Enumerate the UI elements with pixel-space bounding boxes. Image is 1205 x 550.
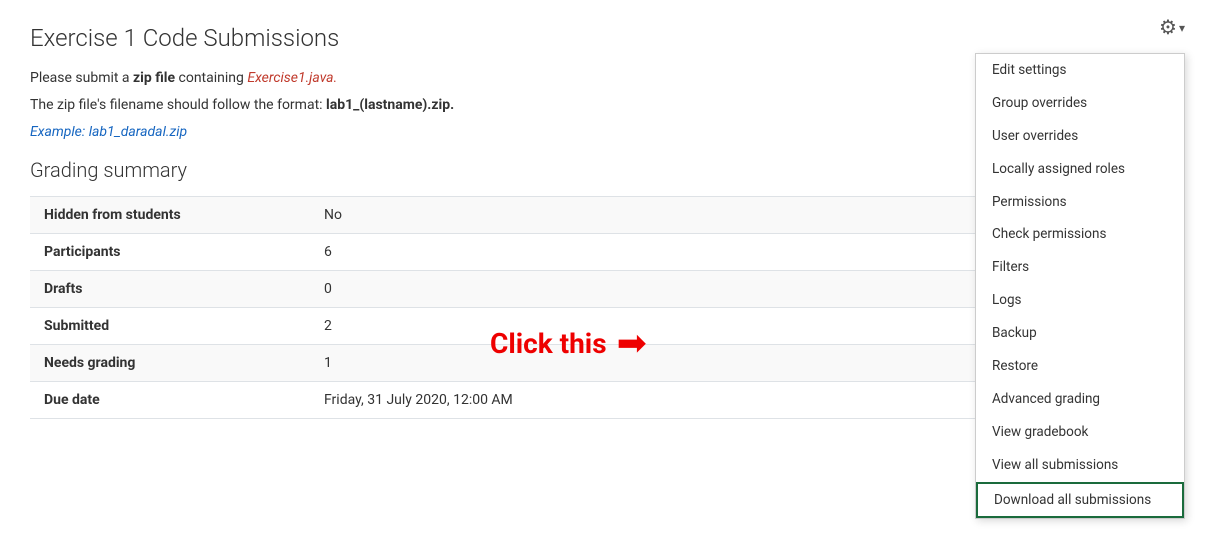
bold-format: lab1_(lastname).zip. bbox=[326, 97, 454, 113]
menu-item-view-gradebook[interactable]: View gradebook bbox=[976, 416, 1184, 449]
menu-item-restore[interactable]: Restore bbox=[976, 350, 1184, 383]
example-link[interactable]: lab1_daradal.zip bbox=[89, 124, 187, 140]
table-cell-label: Participants bbox=[30, 234, 310, 271]
menu-item-advanced-grading[interactable]: Advanced grading bbox=[976, 383, 1184, 416]
gear-button[interactable]: ⚙ bbox=[1159, 15, 1177, 40]
page-title: Exercise 1 Code Submissions bbox=[30, 24, 1175, 52]
table-cell-label: Drafts bbox=[30, 271, 310, 308]
bold-zip-file: zip file bbox=[133, 70, 175, 86]
menu-item-backup[interactable]: Backup bbox=[976, 317, 1184, 350]
gear-dropdown-menu: Edit settings Group overrides User overr… bbox=[975, 53, 1185, 519]
menu-item-edit-settings[interactable]: Edit settings bbox=[976, 54, 1184, 87]
menu-item-locally-assigned-roles[interactable]: Locally assigned roles bbox=[976, 153, 1184, 186]
gear-area[interactable]: ⚙ ▾ Edit settings Group overrides User o… bbox=[1159, 15, 1185, 40]
menu-item-view-all-submissions[interactable]: View all submissions bbox=[976, 449, 1184, 482]
table-cell-label: Due date bbox=[30, 382, 310, 419]
menu-item-group-overrides[interactable]: Group overrides bbox=[976, 87, 1184, 120]
table-cell-label: Needs grading bbox=[30, 345, 310, 382]
table-cell-label: Submitted bbox=[30, 308, 310, 345]
menu-item-permissions[interactable]: Permissions bbox=[976, 186, 1184, 219]
click-annotation: Click this ➡ bbox=[490, 325, 647, 361]
menu-item-logs[interactable]: Logs bbox=[976, 284, 1184, 317]
menu-item-download-all-submissions[interactable]: Download all submissions bbox=[976, 482, 1184, 519]
menu-item-check-permissions[interactable]: Check permissions bbox=[976, 218, 1184, 251]
menu-item-filters[interactable]: Filters bbox=[976, 251, 1184, 284]
table-cell-label: Hidden from students bbox=[30, 197, 310, 234]
page-container: ⚙ ▾ Edit settings Group overrides User o… bbox=[0, 0, 1205, 439]
arrow-right-icon: ➡ bbox=[617, 325, 647, 361]
click-this-text: Click this bbox=[490, 327, 607, 360]
dropdown-caret-icon: ▾ bbox=[1179, 21, 1185, 35]
menu-item-user-overrides[interactable]: User overrides bbox=[976, 120, 1184, 153]
italic-filename: Exercise1.java. bbox=[247, 70, 337, 86]
